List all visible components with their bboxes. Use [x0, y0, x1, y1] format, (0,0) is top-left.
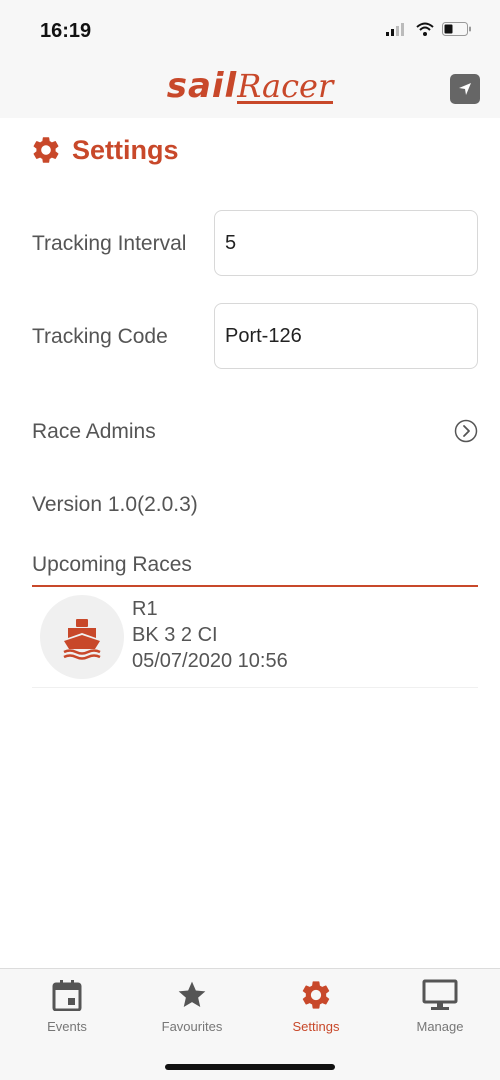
app-header: sailRacer: [0, 60, 500, 118]
tracking-code-label: Tracking Code: [32, 325, 168, 348]
calendar-icon: [52, 980, 82, 1011]
race-datetime: 05/07/2020 10:56: [132, 650, 288, 672]
tab-favourites-label: Favourites: [161, 1019, 223, 1034]
home-indicator: [165, 1064, 335, 1070]
tab-favourites[interactable]: Favourites: [137, 977, 247, 1041]
upcoming-races-title: Upcoming Races: [32, 553, 192, 576]
tab-settings-label: Settings: [292, 1019, 340, 1034]
tracking-interval-input[interactable]: [214, 210, 478, 276]
star-icon: [178, 981, 206, 1007]
tab-events[interactable]: Events: [12, 977, 122, 1041]
monitor-icon: [422, 979, 458, 1010]
chevron-right-circle-icon: [454, 419, 478, 443]
page-title: Settings: [30, 134, 179, 166]
tracking-interval-label: Tracking Interval: [32, 232, 187, 255]
race-list-item[interactable]: R1 BK 3 2 CI 05/07/2020 10:56: [32, 592, 478, 688]
logo-racer-text: Racer: [237, 67, 334, 105]
tab-events-label: Events: [47, 1019, 87, 1034]
section-divider: [32, 585, 478, 587]
signal-icon: [386, 23, 404, 36]
gear-icon: [33, 137, 59, 163]
tracking-code-input[interactable]: [214, 303, 478, 369]
tab-settings[interactable]: Settings: [261, 977, 371, 1041]
tab-bar: Events Favourites Settings Manage: [0, 968, 500, 1080]
location-button[interactable]: [450, 74, 480, 104]
logo-sail-text: sail: [166, 66, 238, 106]
tab-manage-label: Manage: [416, 1019, 464, 1034]
race-name: R1: [132, 598, 158, 620]
race-admins-chevron-button[interactable]: [454, 419, 478, 443]
wifi-icon: [416, 22, 434, 36]
page-title-text: Settings: [72, 134, 179, 165]
version-text: Version 1.0(2.0.3): [32, 493, 198, 516]
race-admins-link[interactable]: Race Admins: [32, 420, 156, 444]
location-arrow-icon: [459, 83, 471, 95]
status-icons: [386, 22, 472, 36]
boat-icon: [63, 619, 101, 660]
race-avatar: [40, 595, 124, 679]
battery-icon: [442, 22, 471, 36]
race-details: R1 BK 3 2 CI 05/07/2020 10:56: [132, 596, 288, 674]
sailracer-logo: sailRacer: [0, 66, 500, 106]
gear-icon: [302, 981, 330, 1009]
status-bar: 16:19: [0, 0, 500, 60]
race-boat: BK 3 2 CI: [132, 624, 218, 646]
status-time: 16:19: [40, 20, 92, 42]
tab-manage[interactable]: Manage: [385, 977, 495, 1041]
